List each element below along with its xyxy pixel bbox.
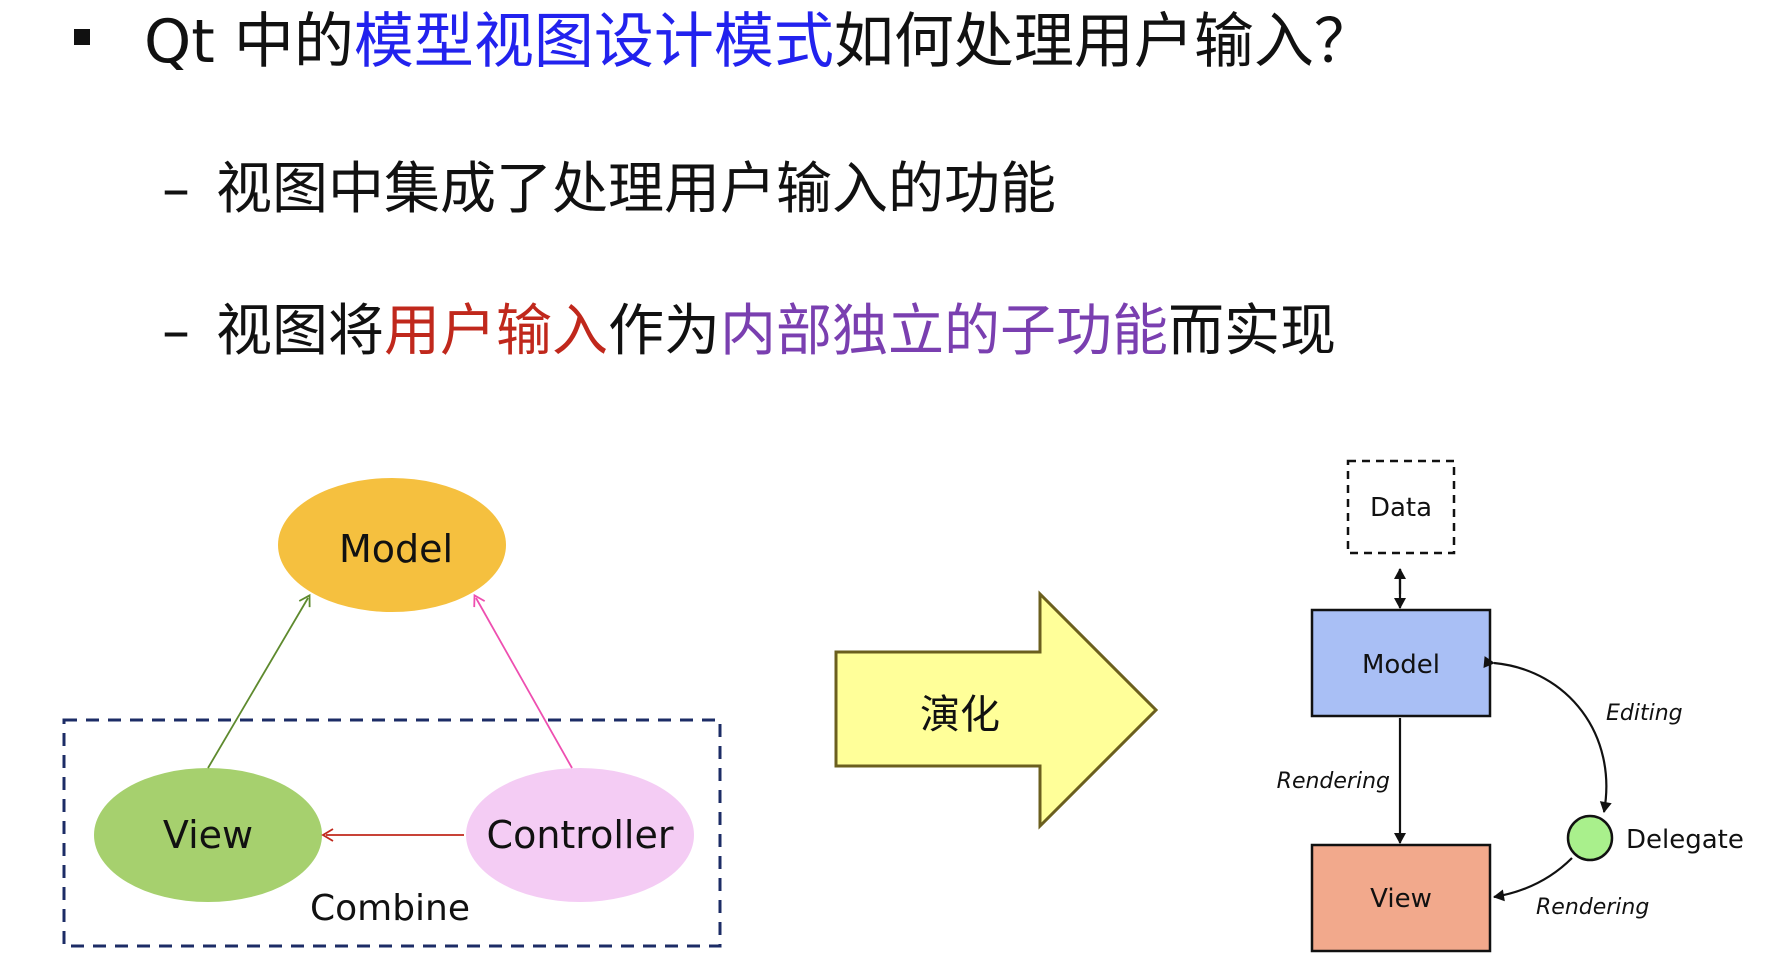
evolution-arrow: 演化 <box>834 590 1159 830</box>
diagram-canvas: Model View Controller Combine 演化 Data Mo… <box>62 459 1744 953</box>
combine-label: Combine <box>310 888 470 929</box>
qt-model-label: Model <box>1362 650 1440 680</box>
data-label: Data <box>1370 493 1432 523</box>
mvc-model-label: Model <box>339 527 453 571</box>
delegate-view-arrow <box>1493 857 1573 902</box>
delegate-circle <box>1566 814 1614 862</box>
editing-label: Editing <box>1606 701 1683 726</box>
mvc-diagram: Model View Controller Combine <box>62 478 722 948</box>
view-to-model-arrow <box>207 593 311 769</box>
delegate-label: Delegate <box>1626 825 1744 855</box>
mvc-controller-label: Controller <box>487 813 674 857</box>
rendering-right-label: Rendering <box>1536 895 1649 920</box>
evolution-label: 演化 <box>920 692 1000 738</box>
controller-to-model-arrow <box>473 593 573 769</box>
editing-arrow <box>1483 656 1612 813</box>
qt-view-label: View <box>1370 884 1432 914</box>
qt-model-view-diagram: Data Model View Delegate Editing Renderi… <box>1277 459 1744 953</box>
rendering-left-label: Rendering <box>1277 769 1390 794</box>
mvc-view-label: View <box>163 813 253 857</box>
